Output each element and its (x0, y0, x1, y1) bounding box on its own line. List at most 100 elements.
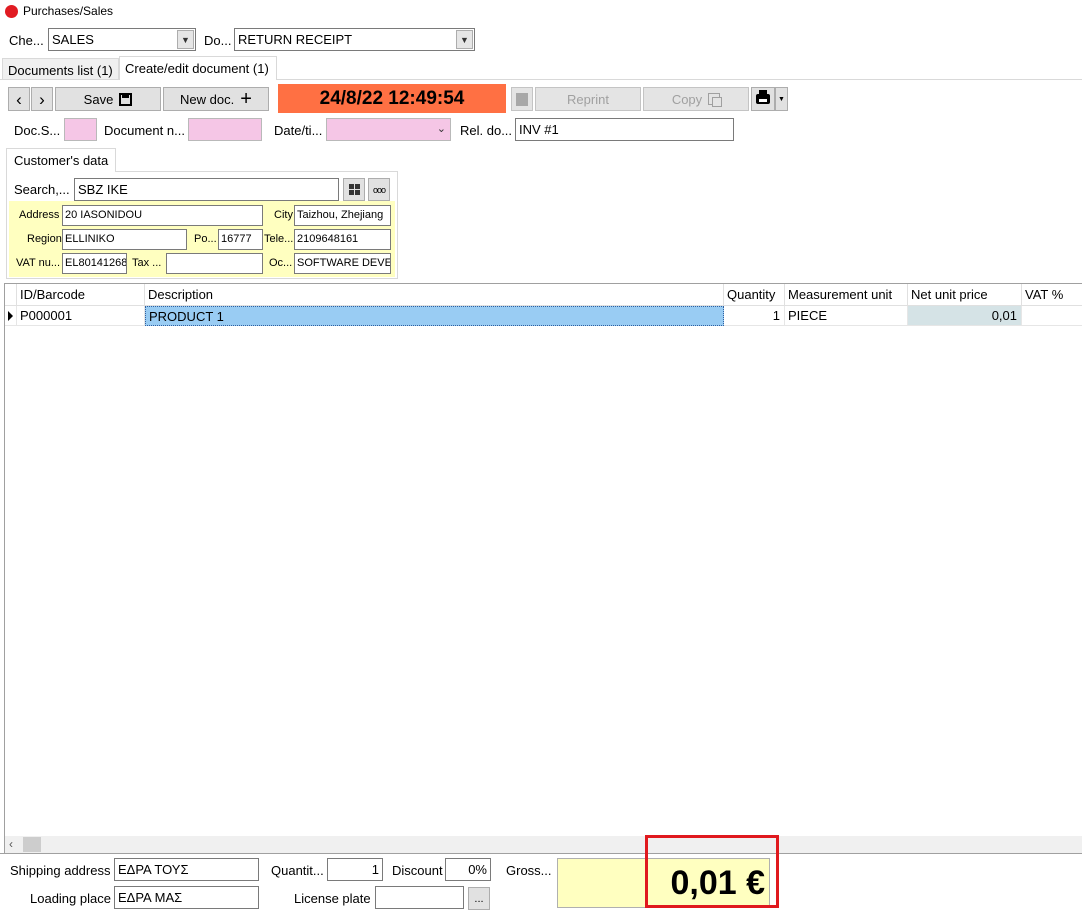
postal-code-field[interactable]: 16777 (218, 229, 263, 250)
customer-lookup-button[interactable] (343, 178, 365, 201)
customer-search-input[interactable]: SBZ IKE (74, 178, 339, 201)
datetime-display: 24/8/22 12:49:54 (278, 84, 506, 113)
reprint-button[interactable]: Reprint (535, 87, 641, 111)
vat-number-label: VAT nu... (16, 257, 61, 269)
quantity-total-field: 1 (327, 858, 383, 881)
quantity-total-value: 1 (371, 862, 379, 877)
che-select[interactable]: SALES ▼ (48, 28, 196, 51)
doc-number-field[interactable] (188, 118, 262, 141)
doc-series-label: Doc.S... (14, 123, 61, 138)
print-button[interactable] (751, 87, 775, 111)
tab-customer-data[interactable]: Customer's data (6, 148, 116, 172)
prev-button[interactable]: ‹ (8, 87, 30, 111)
address-label: Address (19, 209, 60, 221)
reprint-small-button[interactable] (511, 87, 533, 111)
print-menu-button[interactable]: ▼ (775, 87, 788, 111)
occupation-value: SOFTWARE DEVELOPMENT (297, 257, 390, 269)
floppy-disk-icon (119, 92, 133, 106)
column-header-quantity[interactable]: Quantity (724, 284, 785, 305)
discount-label: Discount (392, 863, 443, 878)
row-selector[interactable] (5, 306, 17, 326)
column-header-description[interactable]: Description (145, 284, 724, 305)
vat-number-field[interactable]: EL801412688 (62, 253, 127, 274)
horizontal-scrollbar[interactable]: ‹ (5, 836, 1082, 853)
cell-quantity[interactable]: 1 (724, 306, 785, 326)
cell-measurement-unit[interactable]: PIECE (785, 306, 908, 326)
discount-value: 0% (468, 862, 487, 877)
datetime-field[interactable]: ⌄ (326, 118, 451, 141)
new-doc-button-label: New doc. (180, 91, 235, 107)
grid-icon (348, 184, 360, 195)
printer-icon (756, 90, 770, 104)
city-field[interactable]: Taizhou, Zhejiang (294, 205, 391, 226)
next-button[interactable]: › (31, 87, 53, 111)
phone-label: Tele... (264, 233, 294, 245)
tab-label: Create/edit document (1) (125, 61, 269, 76)
chevron-down-icon[interactable]: ▼ (456, 30, 473, 49)
cell-vat[interactable] (1022, 306, 1082, 326)
phone-value: 2109648161 (297, 233, 359, 245)
license-plate-browse-button[interactable]: ... (468, 887, 490, 910)
app-icon (5, 5, 18, 18)
tab-label: Documents list (1) (8, 63, 113, 78)
more-icon: ooo (372, 184, 386, 195)
occupation-label: Oc... (269, 257, 293, 269)
column-header-net-unit-price[interactable]: Net unit price (908, 284, 1022, 305)
plus-icon: + (240, 88, 252, 110)
column-header-measurement-unit[interactable]: Measurement unit (785, 284, 908, 305)
license-plate-field[interactable] (375, 886, 464, 909)
postal-code-value: 16777 (221, 233, 252, 245)
shipping-address-label: Shipping address (10, 863, 111, 878)
che-label: Che... (9, 33, 44, 48)
shipping-address-field[interactable]: ΕΔΡΑ ΤΟΥΣ (114, 858, 259, 881)
occupation-field[interactable]: SOFTWARE DEVELOPMENT (294, 253, 391, 274)
new-doc-button[interactable]: New doc. + (163, 87, 269, 111)
cell-description[interactable]: PRODUCT 1 (145, 306, 724, 326)
copy-button-label: Copy (671, 91, 703, 107)
license-plate-browse-label: ... (474, 892, 484, 905)
items-grid[interactable]: ID/Barcode Description Quantity Measurem… (4, 283, 1082, 853)
customer-search-label: Search,... (14, 182, 70, 197)
region-value: ELLINIKO (65, 233, 115, 245)
cell-net-unit-price[interactable]: 0,01 (908, 306, 1022, 326)
phone-field[interactable]: 2109648161 (294, 229, 391, 250)
scrollbar-thumb[interactable] (23, 837, 41, 852)
rel-doc-field[interactable]: INV #1 (515, 118, 734, 141)
customer-search-value: SBZ IKE (78, 182, 128, 197)
copy-button[interactable]: Copy (643, 87, 749, 111)
chevron-right-icon: › (39, 89, 45, 109)
shipping-address-value: ΕΔΡΑ ΤΟΥΣ (118, 862, 189, 877)
doc-type-select[interactable]: RETURN RECEIPT ▼ (234, 28, 475, 51)
customer-more-button[interactable]: ooo (368, 178, 390, 201)
discount-field[interactable]: 0% (445, 858, 491, 881)
document-icon (516, 92, 528, 106)
column-header-id-barcode[interactable]: ID/Barcode (17, 284, 145, 305)
address-field[interactable]: 20 IASONIDOU (62, 205, 263, 226)
chevron-down-icon[interactable]: ▼ (177, 30, 194, 49)
chevron-down-icon[interactable]: ⌄ (437, 122, 446, 135)
column-header-vat[interactable]: VAT % (1022, 284, 1082, 305)
total-highlight-box (645, 835, 779, 908)
che-select-value: SALES (52, 32, 94, 47)
address-value: 20 IASONIDOU (65, 209, 143, 221)
save-button-label: Save (83, 91, 114, 107)
city-value: Taizhou, Zhejiang (297, 209, 384, 221)
region-field[interactable]: ELLINIKO (62, 229, 187, 250)
doc-series-field[interactable] (64, 118, 97, 141)
tax-office-field[interactable] (166, 253, 263, 274)
datetime-display-value: 24/8/22 12:49:54 (319, 87, 465, 109)
grid-header-row: ID/Barcode Description Quantity Measurem… (5, 284, 1082, 306)
scroll-left-icon[interactable]: ‹ (9, 837, 13, 851)
cell-id-barcode[interactable]: P000001 (17, 306, 145, 326)
footer-divider (0, 853, 1082, 854)
city-label: City (274, 209, 293, 221)
tab-create-edit-document[interactable]: Create/edit document (1) (119, 56, 277, 80)
doc-type-label: Do... (204, 33, 232, 48)
tab-label: Customer's data (14, 153, 109, 168)
title-bar: Purchases/Sales (0, 0, 1082, 24)
tab-documents-list[interactable]: Documents list (1) (2, 58, 119, 80)
loading-place-field[interactable]: ΕΔΡΑ ΜΑΣ (114, 886, 259, 909)
loading-place-value: ΕΔΡΑ ΜΑΣ (118, 890, 183, 905)
save-button[interactable]: Save (55, 87, 161, 111)
region-label: Region (27, 233, 62, 245)
